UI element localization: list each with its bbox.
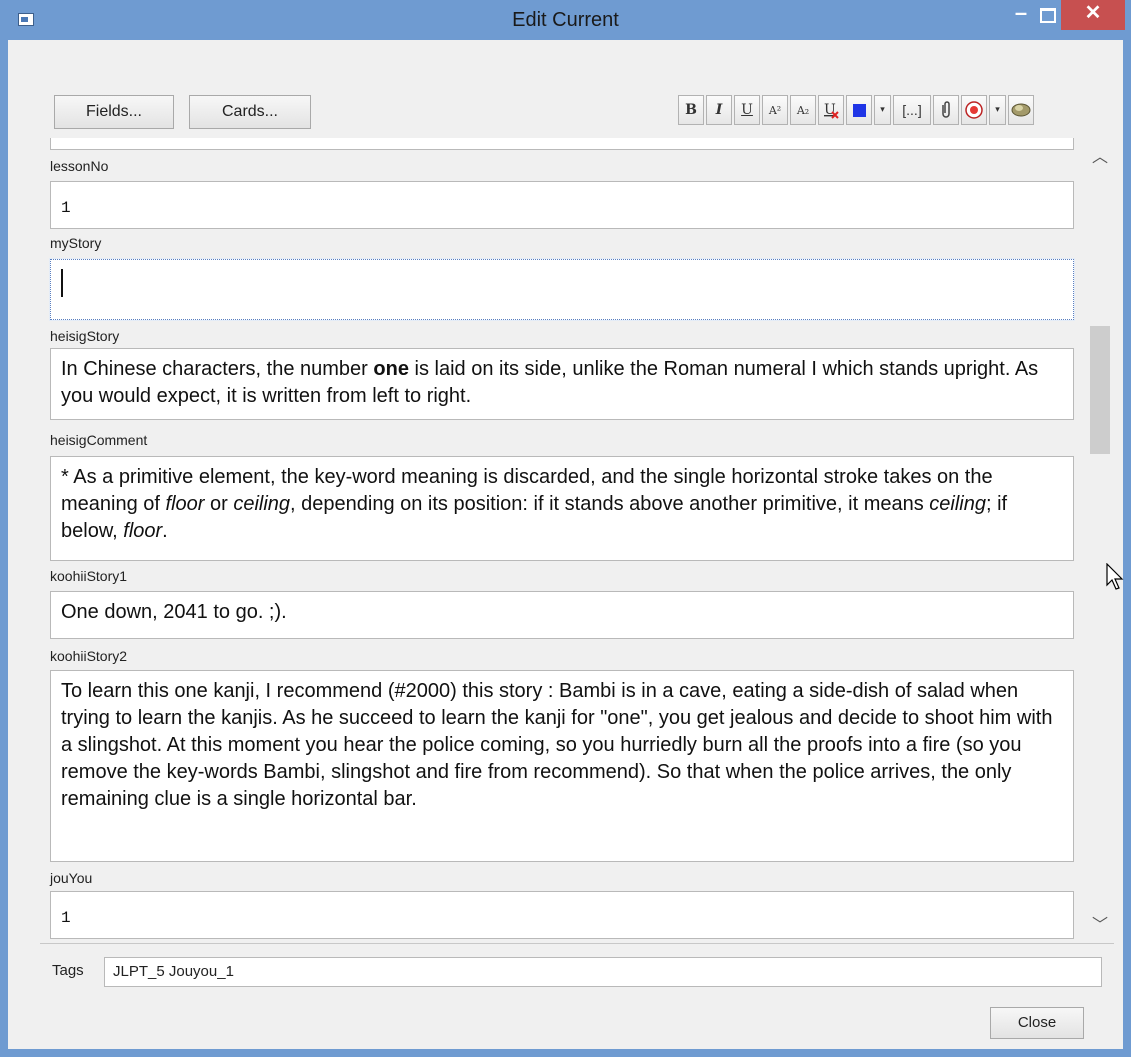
field-top-edge: [50, 138, 1074, 150]
html-editor-button[interactable]: [1008, 95, 1034, 125]
color-swatch-icon: [852, 103, 866, 117]
title-bar[interactable]: Edit Current – ✕: [0, 0, 1131, 40]
subscript-button[interactable]: A₂: [790, 95, 816, 125]
close-window-button[interactable]: ✕: [1061, 0, 1125, 30]
separator: [40, 943, 1114, 944]
field-input-heisigcomment[interactable]: * As a primitive element, the key-word m…: [50, 456, 1074, 561]
field-label-koohiistory2: koohiiStory2: [50, 648, 128, 664]
tags-label: Tags: [52, 962, 84, 979]
fields-scroll-area[interactable]: lessonNo 1 myStory heisigStory In Chines…: [40, 138, 1115, 940]
clear-formatting-button[interactable]: U: [818, 95, 844, 125]
bold-button[interactable]: B: [678, 95, 704, 125]
field-input-heisigstory[interactable]: In Chinese characters, the number one is…: [50, 348, 1074, 420]
cloze-button[interactable]: [...]: [893, 95, 931, 125]
field-input-lessonno[interactable]: 1: [50, 181, 1074, 229]
text-color-dropdown[interactable]: ▾: [874, 95, 891, 125]
formatting-toolbar: B I U A² A₂ U ▾ [...] ▾: [678, 95, 1034, 127]
edit-current-window: Edit Current – ✕ Fields... Cards... B I …: [0, 0, 1131, 1057]
tags-input[interactable]: JLPT_5 Jouyou_1: [104, 957, 1102, 987]
text-cursor: [61, 269, 63, 297]
scroll-down-arrow-icon[interactable]: ﹀: [1086, 912, 1114, 940]
field-label-lessonno: lessonNo: [50, 158, 109, 174]
scrollbar-thumb[interactable]: [1090, 326, 1110, 454]
scroll-up-arrow-icon[interactable]: ︿: [1086, 144, 1114, 172]
attach-button[interactable]: [933, 95, 959, 125]
field-label-koohiistory1: koohiiStory1: [50, 568, 128, 584]
field-input-koohiistory2[interactable]: To learn this one kanji, I recommend (#2…: [50, 670, 1074, 862]
superscript-button[interactable]: A²: [762, 95, 788, 125]
record-audio-button[interactable]: [961, 95, 987, 125]
field-label-heisigcomment: heisigComment: [50, 432, 148, 448]
field-input-mystory[interactable]: [49, 258, 1075, 321]
mouse-pointer-icon: [1106, 563, 1124, 590]
record-icon: [965, 101, 983, 119]
more-options-dropdown[interactable]: ▾: [989, 95, 1006, 125]
vertical-scrollbar[interactable]: ︿ ﹀: [1086, 138, 1114, 940]
field-label-mystory: myStory: [50, 235, 102, 251]
window-title: Edit Current: [512, 9, 619, 31]
italic-button[interactable]: I: [706, 95, 732, 125]
close-button[interactable]: Close: [990, 1007, 1084, 1039]
underline-button[interactable]: U: [734, 95, 760, 125]
maximize-icon: [1040, 8, 1056, 23]
field-input-jouyou[interactable]: 1: [50, 891, 1074, 939]
field-label-heisigstory: heisigStory: [50, 328, 120, 344]
fields-button[interactable]: Fields...: [54, 95, 174, 129]
cards-button[interactable]: Cards...: [189, 95, 311, 129]
paperclip-icon: [942, 101, 950, 118]
field-label-jouyou: jouYou: [50, 870, 93, 886]
eye-icon: [1011, 103, 1031, 117]
text-color-button[interactable]: [846, 95, 872, 125]
clear-formatting-icon: U: [824, 102, 839, 119]
field-input-koohiistory1[interactable]: One down, 2041 to go. ;).: [50, 591, 1074, 639]
